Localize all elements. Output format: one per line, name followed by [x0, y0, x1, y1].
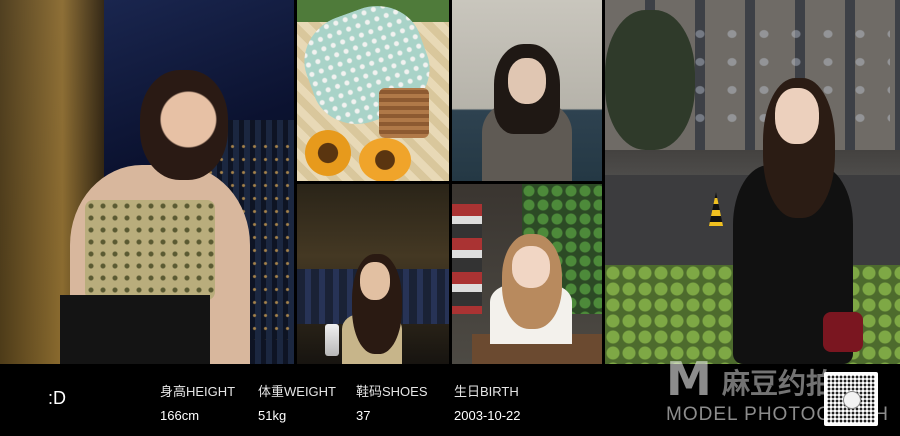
stat-label: 身高HEIGHT	[160, 384, 236, 399]
sunflower	[359, 138, 411, 181]
stat-birth: 生日BIRTH 2003-10-22	[454, 381, 521, 423]
model-handle: :D	[48, 388, 66, 408]
stat-value: 2003-10-22	[454, 408, 521, 423]
photo-lounge-night-portrait[interactable]	[297, 184, 449, 364]
stat-label: 生日BIRTH	[454, 384, 519, 399]
brand-name-cn: 麻豆约拍	[722, 367, 835, 400]
model-head	[140, 70, 228, 180]
brand-logo-letter: M	[666, 352, 712, 406]
photo-street-night-portrait[interactable]	[605, 0, 900, 364]
model-face	[775, 88, 819, 144]
stat-label: 体重WEIGHT	[258, 384, 336, 399]
wall-posters	[452, 204, 482, 314]
qr-center-logo	[843, 391, 861, 409]
qr-code-icon[interactable]	[824, 372, 878, 426]
stat-weight: 体重WEIGHT 51kg	[258, 381, 336, 423]
photo-night-window-portrait[interactable]	[0, 0, 294, 364]
stat-shoes: 鞋码SHOES 37	[356, 381, 428, 423]
sunflower	[305, 130, 351, 176]
wicker-basket	[379, 88, 429, 138]
model-face	[360, 262, 390, 300]
photo-picnic-sunflowers[interactable]	[297, 0, 449, 181]
model-face	[512, 246, 550, 288]
tree	[605, 10, 695, 150]
stat-value: 51kg	[258, 408, 287, 423]
photo-cafe-portrait[interactable]	[452, 184, 602, 364]
floral-top	[85, 200, 215, 300]
black-skirt	[60, 295, 210, 364]
stat-label: 鞋码SHOES	[356, 384, 428, 399]
red-handbag	[823, 312, 863, 352]
drink-glass	[325, 324, 339, 356]
stat-height: 身高HEIGHT 166cm	[160, 381, 235, 423]
photo-classroom-portrait[interactable]	[452, 0, 602, 181]
stat-value: 166cm	[160, 408, 200, 423]
stat-value: 37	[356, 408, 371, 423]
model-face	[508, 58, 546, 104]
